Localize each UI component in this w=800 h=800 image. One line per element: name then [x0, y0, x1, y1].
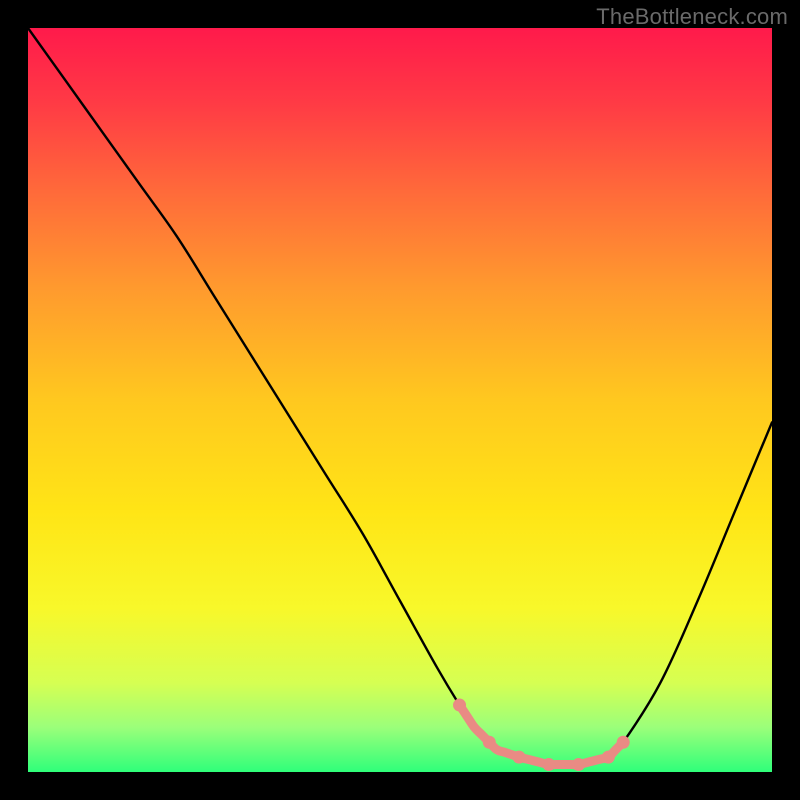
flat-region-marker: [513, 751, 526, 764]
flat-region-marker: [572, 758, 585, 771]
flat-region-marker: [602, 751, 615, 764]
flat-region-marker: [453, 699, 466, 712]
watermark-text: TheBottleneck.com: [596, 4, 788, 30]
flat-region-marker: [483, 736, 496, 749]
chart-frame: TheBottleneck.com: [0, 0, 800, 800]
plot-svg: [28, 28, 772, 772]
gradient-background: [28, 28, 772, 772]
flat-region-marker: [617, 736, 630, 749]
plot-area: [28, 28, 772, 772]
flat-region-marker: [542, 758, 555, 771]
